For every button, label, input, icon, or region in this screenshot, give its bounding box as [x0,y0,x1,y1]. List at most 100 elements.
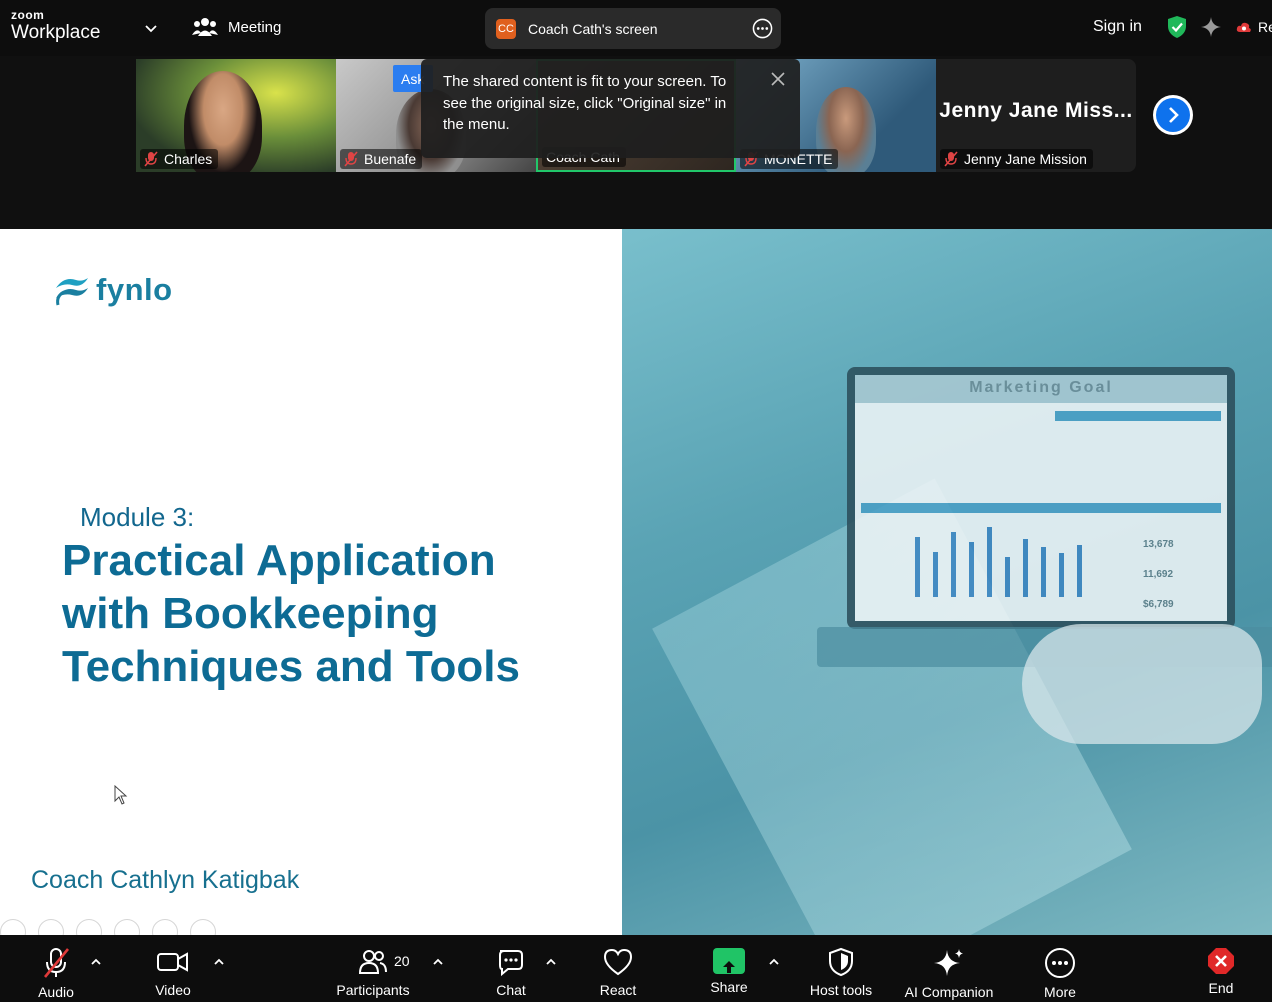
tool-icon[interactable] [0,919,26,935]
laptop-kpi: 11,692 [1143,569,1174,580]
tool-icon[interactable] [190,919,216,935]
laptop-bar [969,542,974,597]
audio-button[interactable]: Audio [26,935,86,1002]
participant-tile[interactable]: Jenny Jane Miss... Jenny Jane Mission [936,59,1136,172]
video-label: Video [155,982,191,998]
video-options-caret-icon[interactable] [213,957,225,967]
participants-count: 20 [394,953,410,969]
host-shield-icon [829,947,853,977]
participant-name-tag: Charles [140,149,219,169]
meeting-menu-button[interactable]: Meeting [192,16,281,38]
slide-title: Practical Application with Bookkeeping T… [62,534,602,693]
video-camera-icon [157,952,188,972]
people-icon [192,18,218,36]
brand-workplace: Workplace [11,22,101,43]
next-page-button[interactable] [1153,95,1193,135]
laptop-band [1055,411,1221,421]
recording-label: Re [1258,19,1272,35]
encryption-shield-icon[interactable] [1166,15,1188,39]
module-label: Module 3: [80,502,195,532]
heart-icon [603,948,633,976]
ai-companion-label: AI Companion [904,984,994,1000]
laptop-bar [1005,557,1010,597]
zoom-workplace-logo: zoom Workplace [11,9,100,42]
participants-label: Participants [336,982,410,998]
participant-name: Charles [164,151,213,167]
host-tools-button[interactable]: Host tools [802,935,880,1002]
laptop-bar [1077,545,1082,597]
shared-screen[interactable]: fynlo Module 3: Practical Application wi… [0,229,1272,935]
slide-annotation-tools [0,919,216,935]
meeting-label: Meeting [228,18,282,36]
meeting-controls: Audio Video Participants 20 Chat React S… [0,935,1272,1002]
mic-muted-icon [144,151,158,167]
end-x-icon [1208,948,1234,974]
laptop-illustration: Marketing Goal 13,678 11,692 $6,789 [847,367,1235,629]
mic-muted-icon [43,948,70,978]
title-line: Practical Application [62,536,496,585]
laptop-bar [987,527,992,597]
chat-bubble-icon [499,950,523,977]
host-tools-label: Host tools [809,982,873,998]
audio-label: Audio [38,984,74,1000]
screen-share-indicator[interactable]: CC Coach Cath's screen [485,8,781,49]
slide-photo-panel: Marketing Goal 13,678 11,692 $6,789 [622,229,1272,935]
tool-icon[interactable] [152,919,178,935]
react-button[interactable]: React [592,935,644,1002]
react-label: React [599,982,637,998]
cloud-record-icon [1236,22,1251,32]
tool-icon[interactable] [76,919,102,935]
title-line: Techniques and Tools [62,642,520,691]
fit-to-screen-tooltip: The shared content is fit to your screen… [421,59,800,158]
mic-muted-icon [344,151,358,167]
chat-button[interactable]: Chat [486,935,536,1002]
participant-name-tag: Buenafe [340,149,423,169]
share-label: Coach Cath's screen [528,20,658,37]
chat-label: Chat [496,982,526,998]
chevron-down-icon[interactable] [143,20,159,36]
share-label: Share [710,979,748,995]
participant-tile[interactable]: Charles [136,59,336,172]
participant-name: Jenny Jane Mission [964,151,1087,167]
more-dots-icon [1045,948,1075,978]
share-screen-icon [713,948,745,974]
ai-sparkle-icon[interactable] [1200,16,1222,38]
mouse-pointer-icon [114,785,128,805]
chevron-right-icon [1169,107,1179,123]
more-options-icon[interactable] [752,18,773,39]
ai-companion-button[interactable]: AI Companion [898,935,1000,1002]
tool-icon[interactable] [114,919,140,935]
participant-name-tag: Jenny Jane Mission [940,149,1093,169]
presenter-name: Coach Cathlyn Katigbak [31,866,300,894]
chat-options-caret-icon[interactable] [545,957,557,967]
laptop-bar [1023,539,1028,597]
sign-in-link[interactable]: Sign in [1093,18,1142,36]
participant-display-name: Jenny Jane Miss... [939,99,1133,122]
more-label: More [1044,984,1076,1000]
hand-illustration [1022,624,1262,744]
slide-text-panel: fynlo Module 3: Practical Application wi… [0,229,622,935]
end-meeting-button[interactable]: End [1200,935,1242,1002]
laptop-screen-title: Marketing Goal [969,379,1113,396]
end-label: End [1208,980,1234,996]
participants-icon [358,950,387,974]
wave-logo-icon [56,278,88,306]
laptop-bar [1059,553,1064,597]
more-button[interactable]: More [1036,935,1084,1002]
brand-zoom: zoom [11,8,45,22]
participant-name: Buenafe [364,151,417,167]
recording-indicator[interactable]: Re [1236,19,1272,35]
laptop-band [861,503,1221,513]
participants-options-caret-icon[interactable] [432,957,444,967]
share-options-caret-icon[interactable] [768,957,780,967]
presenter-avatar: CC [496,18,516,39]
laptop-bar [1041,547,1046,597]
top-bar: zoom Workplace Meeting CC Coach Cath's s… [0,0,1272,56]
logo-text: fynlo [96,272,173,307]
share-button[interactable]: Share [704,935,754,1002]
audio-options-caret-icon[interactable] [90,957,102,967]
video-button[interactable]: Video [143,935,203,1002]
ai-sparkle-icon [934,949,963,976]
close-icon[interactable] [770,71,786,87]
tool-icon[interactable] [38,919,64,935]
